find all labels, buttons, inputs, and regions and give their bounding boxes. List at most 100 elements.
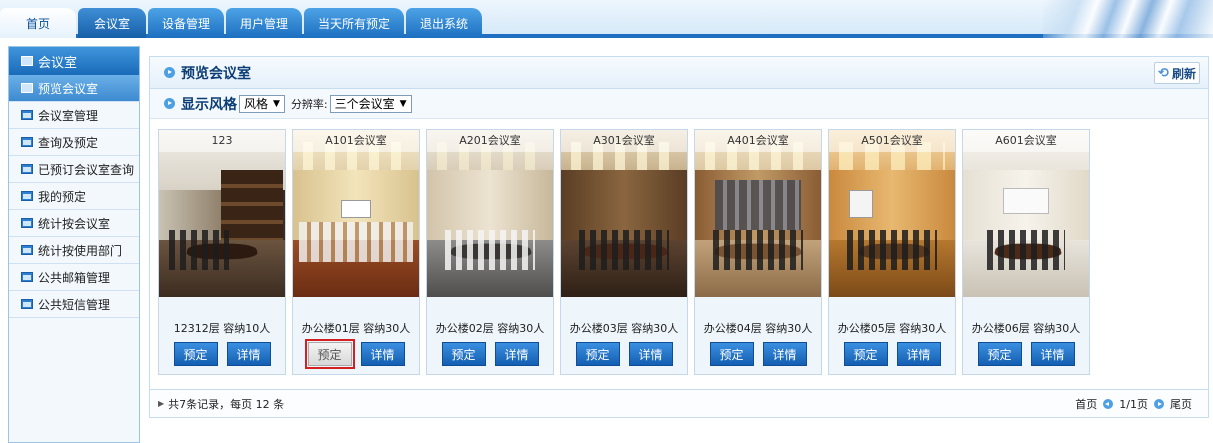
tab-home[interactable]: 首页 [0, 8, 76, 38]
sidebar-item-label: 公共短信管理 [38, 297, 111, 312]
room-name: A501会议室 [829, 130, 955, 152]
details-button[interactable]: 详情 [494, 342, 539, 366]
folder-icon [21, 164, 33, 174]
room-card: 123 12312层 容纳10人 预定 详情 [158, 129, 286, 375]
folder-icon [21, 83, 33, 93]
room-card: A401会议室 办公楼04层 容纳30人 预定 详情 [694, 129, 822, 375]
details-button[interactable]: 详情 [1030, 342, 1075, 366]
folder-icon [21, 218, 33, 228]
tab-meeting-room[interactable]: 会议室 [78, 8, 146, 38]
tab-logout[interactable]: 退出系统 [406, 8, 483, 38]
sidebar-item-label: 已预订会议室查询 [38, 162, 135, 177]
sidebar: 会议室 预览会议室 会议室管理 查询及预定 已预订会议室查询 我的预定 统计按会… [8, 46, 140, 443]
room-photo[interactable] [829, 130, 955, 297]
sidebar-item-public-mailbox[interactable]: 公共邮箱管理 [9, 264, 139, 291]
resolution-label: 分辨率: [290, 97, 328, 111]
record-summary: 共7条记录，每页 12 条 [168, 397, 285, 411]
room-card-list: 123 12312层 容纳10人 预定 详情 A101会议室 办公楼01层 容纳… [158, 129, 1096, 375]
sidebar-item-label: 统计按使用部门 [38, 243, 123, 258]
sidebar-item-label: 统计按会议室 [38, 216, 111, 231]
room-name: A301会议室 [561, 130, 687, 152]
room-card: A501会议室 办公楼05层 容纳30人 预定 详情 [828, 129, 956, 375]
sidebar-item-preview-rooms[interactable]: 预览会议室 [9, 75, 139, 102]
refresh-button[interactable]: ⟲ 刷新 [1154, 62, 1200, 84]
room-photo[interactable] [293, 130, 419, 297]
folder-icon [21, 299, 33, 309]
header-decoration [1043, 0, 1213, 38]
room-photo[interactable] [427, 130, 553, 297]
room-name: A101会议室 [293, 130, 419, 152]
room-photo[interactable] [695, 130, 821, 297]
style-select[interactable]: 风格 ▼ [239, 94, 285, 113]
filter-bar: 显示风格 风格 ▼ 分辨率: 三个会议室 ▼ [150, 89, 1208, 119]
top-navigation-bar: 首页 会议室 设备管理 用户管理 当天所有预定 退出系统 [0, 0, 1213, 38]
room-photo[interactable] [159, 130, 285, 297]
tab-device-management[interactable]: 设备管理 [148, 8, 225, 38]
room-name: 123 [159, 130, 285, 152]
sidebar-item-my-bookings[interactable]: 我的预定 [9, 183, 139, 210]
room-card: A101会议室 办公楼01层 容纳30人 预定 详情 [292, 129, 420, 375]
details-button[interactable]: 详情 [628, 342, 673, 366]
pager: 首页 1/1页 尾页 [1075, 390, 1192, 418]
sidebar-item-public-sms[interactable]: 公共短信管理 [9, 291, 139, 318]
room-name: A201会议室 [427, 130, 553, 152]
room-name: A601会议室 [963, 130, 1089, 152]
room-card: A201会议室 办公楼02层 容纳30人 预定 详情 [426, 129, 554, 375]
pagination-bar: ▶ 共7条记录，每页 12 条 首页 1/1页 尾页 [150, 389, 1208, 417]
refresh-label: 刷新 [1171, 66, 1196, 81]
room-photo[interactable] [561, 130, 687, 297]
book-button[interactable]: 预定 [304, 339, 355, 369]
details-button[interactable]: 详情 [226, 342, 271, 366]
resolution-select-value: 三个会议室 [334, 97, 395, 111]
room-info: 办公楼01层 容纳30人 [301, 322, 411, 335]
sidebar-item-stats-by-room[interactable]: 统计按会议室 [9, 210, 139, 237]
refresh-icon: ⟲ [1158, 65, 1169, 81]
sidebar-item-label: 会议室管理 [38, 108, 99, 123]
last-page-link[interactable]: 尾页 [1170, 396, 1192, 412]
book-button[interactable]: 预定 [575, 342, 620, 366]
folder-icon [21, 137, 33, 147]
sidebar-header: 会议室 [9, 47, 139, 75]
sidebar-item-label: 查询及预定 [38, 135, 99, 150]
details-button[interactable]: 详情 [896, 342, 941, 366]
panel-title-bar: 预览会议室 ⟲ 刷新 [150, 57, 1208, 89]
next-page-icon[interactable] [1154, 399, 1164, 409]
first-page-link[interactable]: 首页 [1075, 396, 1097, 412]
book-button[interactable]: 预定 [709, 342, 754, 366]
tab-user-management[interactable]: 用户管理 [226, 8, 303, 38]
folder-icon [21, 191, 33, 201]
arrow-right-icon [164, 98, 175, 109]
room-card: A301会议室 办公楼03层 容纳30人 预定 详情 [560, 129, 688, 375]
room-info: 办公楼05层 容纳30人 [837, 322, 947, 335]
details-button[interactable]: 详情 [762, 342, 807, 366]
filter-title: 显示风格 [181, 96, 237, 113]
room-info: 办公楼06层 容纳30人 [971, 322, 1081, 335]
sidebar-item-search-book[interactable]: 查询及预定 [9, 129, 139, 156]
main-panel: 预览会议室 ⟲ 刷新 显示风格 风格 ▼ 分辨率: 三个会议室 ▼ 123 12… [149, 56, 1209, 418]
sidebar-item-room-management[interactable]: 会议室管理 [9, 102, 139, 129]
chevron-down-icon: ▼ [273, 98, 280, 109]
details-button[interactable]: 详情 [360, 342, 405, 366]
folder-icon [21, 245, 33, 255]
book-button[interactable]: 预定 [843, 342, 888, 366]
room-photo[interactable] [963, 130, 1089, 297]
room-info: 12312层 容纳10人 [173, 322, 271, 335]
room-name: A401会议室 [695, 130, 821, 152]
tab-today-bookings[interactable]: 当天所有预定 [304, 8, 405, 38]
page-indicator: 1/1页 [1119, 398, 1148, 411]
style-select-value: 风格 [244, 97, 269, 111]
prev-page-icon[interactable] [1103, 399, 1114, 409]
triangle-right-icon: ▶ [158, 399, 165, 408]
page-title: 预览会议室 [181, 65, 251, 82]
sidebar-header-label: 会议室 [38, 55, 78, 71]
sidebar-item-booked-rooms[interactable]: 已预订会议室查询 [9, 156, 139, 183]
sidebar-item-label: 公共邮箱管理 [38, 270, 111, 285]
book-button[interactable]: 预定 [441, 342, 486, 366]
book-button[interactable]: 预定 [977, 342, 1022, 366]
book-button[interactable]: 预定 [173, 342, 218, 366]
folder-icon [21, 110, 33, 120]
sidebar-item-label: 预览会议室 [38, 81, 99, 96]
arrow-right-icon [164, 67, 175, 78]
sidebar-item-stats-by-department[interactable]: 统计按使用部门 [9, 237, 139, 264]
resolution-select[interactable]: 三个会议室 ▼ [329, 94, 412, 113]
